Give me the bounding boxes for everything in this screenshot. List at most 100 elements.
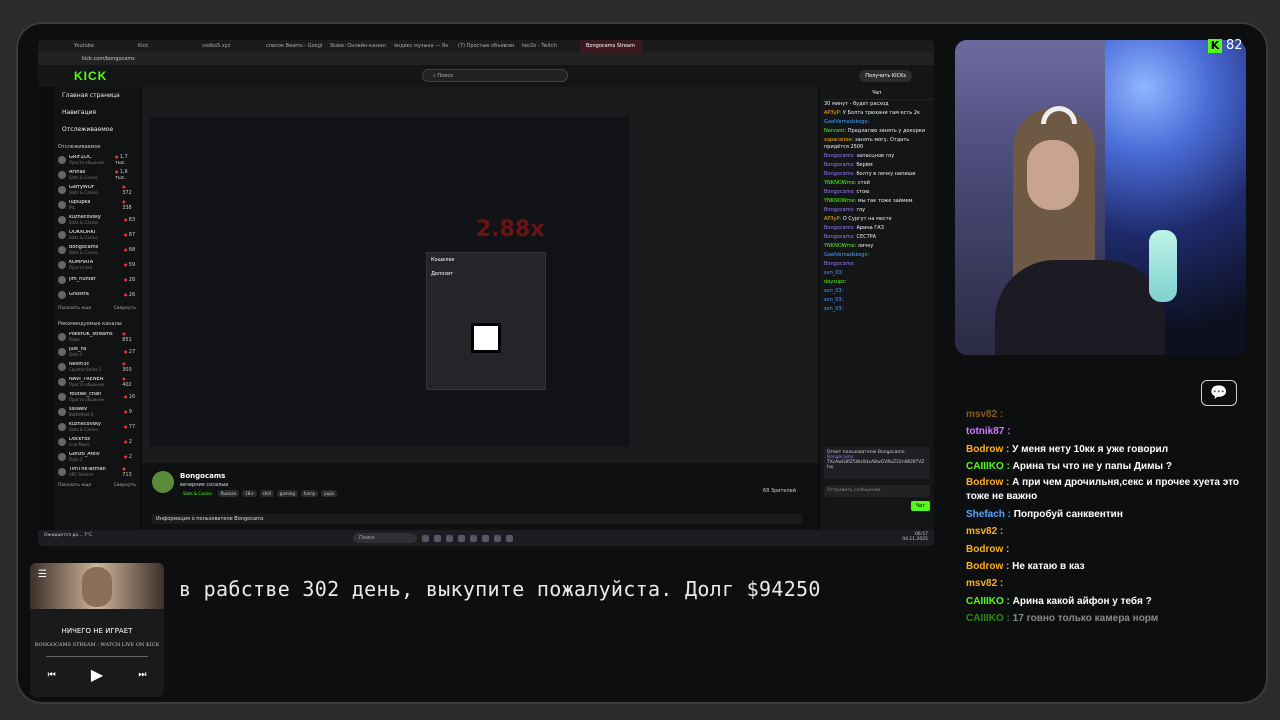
address-bar[interactable]: kick.com/bongocams [38, 53, 934, 65]
channel-avatar [58, 230, 66, 239]
chat-send-button[interactable]: Чат [910, 501, 930, 511]
overlay-chat-username: msv82 : [966, 409, 1004, 420]
sidebar-channel[interactable]: PokerOK_streamsPoker851 [54, 329, 140, 344]
taskbar-app-icon[interactable] [506, 534, 513, 542]
chat-input[interactable]: Отправить сообщение [824, 485, 930, 497]
chat-username[interactable]: Bongocams: [824, 207, 855, 213]
chat-username[interactable]: Bongocams: [824, 153, 855, 159]
get-kicks-button[interactable]: Получить KICKs [859, 70, 912, 82]
taskbar-app-icon[interactable] [458, 534, 465, 542]
nav-item[interactable]: Отслеживаемое [54, 121, 140, 138]
stream-tag[interactable]: 18+ [242, 490, 257, 497]
sidebar-channel[interactable]: Gonzo_AfelvDota 22 [54, 449, 140, 464]
taskbar-app-icon[interactable] [446, 534, 453, 542]
taskbar-app-icon[interactable] [434, 534, 441, 542]
taskbar-app-icon[interactable] [470, 534, 477, 542]
sidebar-channel[interactable]: GarryWDFSlots & Casino372 [54, 182, 140, 197]
windows-taskbar: Ожидается до... 7°C Поиск 06:57 04.11.202… [38, 530, 934, 546]
search-input[interactable]: ⌕ Поиск [422, 69, 568, 82]
stream-tag[interactable]: chill [259, 490, 274, 497]
taskbar-search[interactable]: Поиск [353, 533, 417, 543]
show-more-link[interactable]: Показать еще [58, 483, 91, 488]
chat-username[interactable]: APЗуР: [824, 110, 841, 116]
chat-username[interactable]: GaelVernadskogo: [824, 119, 869, 125]
chat-username[interactable]: GaelVernadskogo: [824, 252, 869, 258]
chat-username[interactable]: daysupz: [824, 279, 846, 285]
chat-username[interactable]: Bongocams: [824, 261, 855, 267]
channel-name: DockFox Live Music [69, 437, 121, 447]
chat-username[interactable]: YNKNOWme: [824, 198, 856, 204]
sidebar-channel[interactable]: Ghostra 26 [54, 287, 140, 302]
collapse-link[interactable]: Свернуть [114, 306, 136, 311]
browser-tab[interactable]: Youtube [68, 40, 130, 53]
stream-tag[interactable]: Russian [217, 490, 240, 497]
stream-player[interactable]: 2.88x Кошелек Депозит [142, 87, 818, 463]
weather-widget[interactable]: Ожидается до... 7°C [44, 533, 92, 538]
stream-category[interactable]: Slots & Casino [180, 490, 215, 497]
nav-item[interactable]: Главная страница [54, 87, 140, 104]
browser-tab[interactable]: Bongocams Stream [580, 40, 642, 53]
sidebar-channel[interactable]: NAVI_TRENERПросто общение402 [54, 374, 140, 389]
chat-username[interactable]: svn_03: [824, 288, 843, 294]
chat-username[interactable]: YNKNOWme: [824, 243, 856, 249]
stream-tag[interactable]: pups [321, 490, 337, 497]
play-icon[interactable]: ▶ [91, 665, 103, 684]
chat-text: стою [856, 189, 870, 195]
sidebar-channel[interactable]: kuznecovskySlots & Casino83 [54, 212, 140, 227]
show-more-link[interactable]: Показать еще [58, 306, 91, 311]
chat-username[interactable]: Bongocams: [824, 225, 855, 231]
stream-tag[interactable]: gaming [276, 490, 298, 497]
sidebar-channel[interactable]: ssswevBattlefield 69 [54, 404, 140, 419]
browser-tab[interactable]: (7) Простые объявлен [452, 40, 514, 53]
previous-icon[interactable]: ⏮ [48, 670, 56, 680]
browser-tab[interactable]: vodka5.xyz [196, 40, 258, 53]
sidebar-channel[interactable]: Nesm3cCounter-Strike 2303 [54, 359, 140, 374]
channel-name-text: Ghostra [69, 292, 89, 297]
chat-message: Bongocams: берём [820, 161, 934, 170]
chat-username[interactable]: Nervwst: [824, 128, 846, 134]
sidebar-channel[interactable]: GRIFZDCПросто общение1,7 тыс. [54, 152, 140, 167]
taskbar-app-icon[interactable] [494, 534, 501, 542]
collapse-link[interactable]: Свернуть [114, 483, 136, 488]
chat-username[interactable]: Bongocams: [824, 162, 855, 168]
streamer-avatar[interactable] [152, 471, 174, 493]
channel-name: kuznecovsky Slots & Casino [69, 215, 121, 225]
stream-tag[interactable]: funny [300, 490, 319, 497]
chat-username[interactable]: svn_03: [824, 270, 843, 276]
sidebar-channel[interactable]: BongocamsSlots & Casino68 [54, 242, 140, 257]
chat-username[interactable]: YNKNOWme: [824, 180, 856, 186]
browser-tab[interactable]: яндекс музыка — Ян [388, 40, 450, 53]
chat-username[interactable]: svn_03: [824, 297, 843, 303]
chat-username[interactable]: APЗуР: [824, 216, 841, 222]
sidebar-channel[interactable]: kuznecovskySlots & Casino77 [54, 419, 140, 434]
chat-username[interactable]: Bongocams: [824, 234, 855, 240]
browser-tab[interactable]: teo2o - Twitch [516, 40, 578, 53]
chat-username[interactable]: svn_03: [824, 306, 843, 312]
chat-message: YNKNOWme: стой [820, 179, 934, 188]
taskbar-app-icon[interactable] [482, 534, 489, 542]
sidebar-channel[interactable]: TimTheTatmanARC Raiders713 [54, 464, 140, 479]
browser-tab[interactable]: Kick [132, 40, 194, 53]
kick-logo[interactable]: KICK [74, 69, 107, 83]
nav-item[interactable]: Навигация [54, 104, 140, 121]
next-icon[interactable]: ⏭ [138, 670, 146, 680]
wallet-deposit[interactable]: Депозит [427, 267, 545, 281]
streamer-name[interactable]: Bongocams [180, 472, 225, 480]
chat-username[interactable]: хараcапон: [824, 137, 853, 143]
chat-username[interactable]: Bongocams: [824, 171, 855, 177]
browser-tab[interactable]: Stake: Онлайн-казино и [324, 40, 386, 53]
taskbar-clock[interactable]: 06:57 04.11.2025 [902, 532, 928, 542]
overlay-chat-text: Арина ты что не у папы Димы ? [1012, 460, 1172, 472]
sidebar-channel[interactable]: KOMHATAПросто всё59 [54, 257, 140, 272]
sidebar-channel[interactable]: just_nsDota 227 [54, 344, 140, 359]
menu-icon[interactable]: ☰ [38, 569, 47, 580]
browser-tab[interactable]: список Beams - Google [260, 40, 322, 53]
sidebar-channel[interactable]: ArthasSlots & Casino1,6 тыс. [54, 167, 140, 182]
sidebar-channel[interactable]: IuplupkaIRL338 [54, 197, 140, 212]
sidebar-channel[interactable]: jim_hunter 28 [54, 272, 140, 287]
taskbar-app-icon[interactable] [422, 534, 429, 542]
sidebar-channel[interactable]: DOKKORKISlots & Casino87 [54, 227, 140, 242]
sidebar-channel[interactable]: Youtsel_chanПросто общение16 [54, 389, 140, 404]
chat-username[interactable]: Bongocams: [824, 189, 855, 195]
sidebar-channel[interactable]: DockFoxLive Music2 [54, 434, 140, 449]
